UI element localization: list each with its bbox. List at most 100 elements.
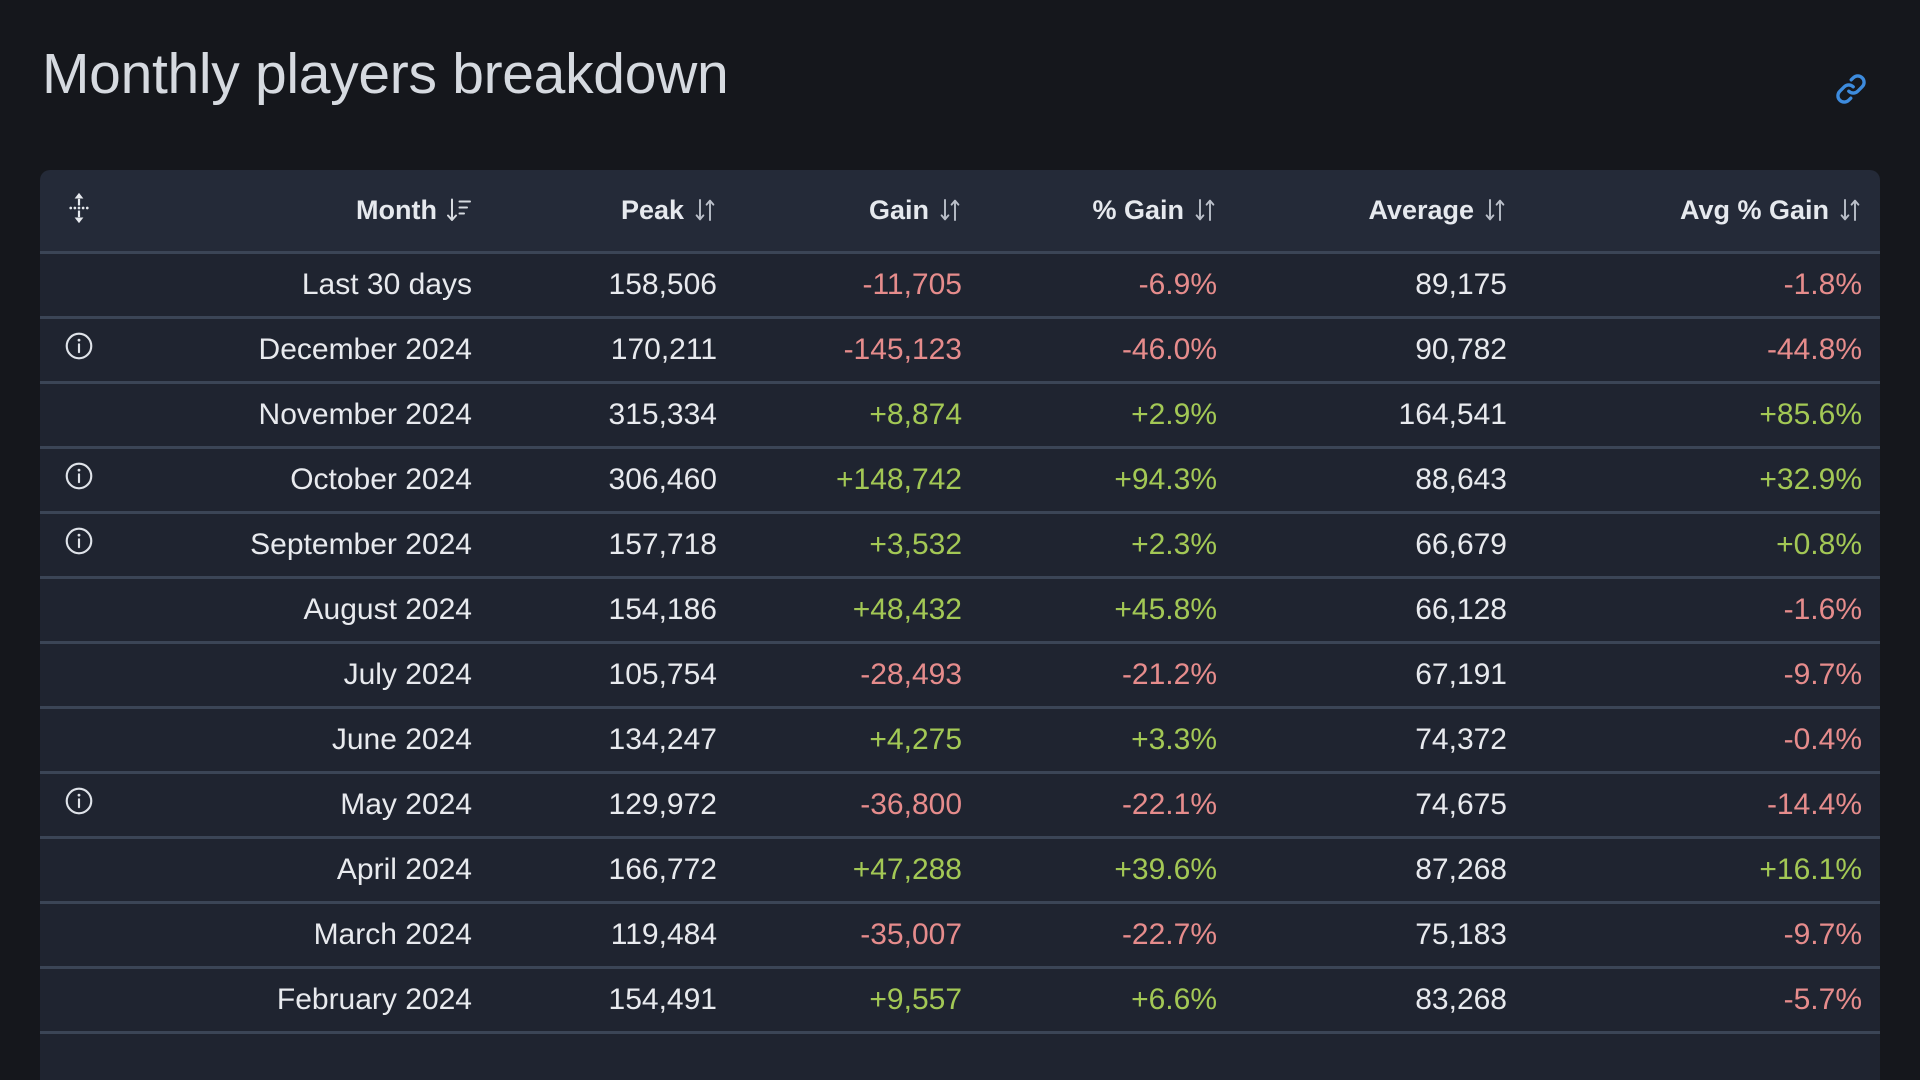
column-header-month-label: Month — [356, 194, 437, 225]
row-avg-percent-gain-cell: -9.7% — [1783, 917, 1862, 951]
row-average-cell: 74,675 — [1415, 787, 1507, 821]
row-average-cell: 75,183 — [1415, 917, 1507, 951]
row-percent-gain-cell: -22.1% — [1121, 787, 1217, 821]
column-header-avg-percent-gain[interactable]: Avg % Gain — [1525, 170, 1880, 252]
row-month-cell: November 2024 — [258, 397, 472, 431]
row-avg-percent-gain-cell: -9.7% — [1783, 657, 1862, 691]
table-row[interactable]: September 2024 157,718 +3,532 +2.3% 66,679 +0… — [40, 512, 1880, 577]
column-reorder-header[interactable] — [40, 170, 150, 252]
column-header-peak-label: Peak — [620, 194, 684, 225]
info-icon[interactable] — [62, 524, 96, 558]
table-row[interactable]: March 2024 119,484 -35,007 -22.7% 75,183 -9.7… — [40, 902, 1880, 967]
row-peak-cell: 154,186 — [608, 592, 717, 626]
table-row[interactable]: December 2024 170,211 -145,123 -46.0% 90,782… — [40, 317, 1880, 382]
row-average-cell: 83,268 — [1415, 982, 1507, 1016]
monthly-players-breakdown-page: Monthly players breakdown Month Peak Gai… — [0, 0, 1920, 1080]
row-average-cell: 74,372 — [1415, 722, 1507, 756]
row-info-cell — [40, 577, 150, 642]
row-avg-percent-gain-cell: +32.9% — [1759, 462, 1862, 496]
column-header-average[interactable]: Average — [1235, 170, 1525, 252]
page-header: Monthly players breakdown — [0, 0, 1920, 170]
table-body: Last 30 days 158,506 -11,705 -6.9% 89,175 -1.… — [40, 252, 1880, 1080]
row-percent-gain-cell: +94.3% — [1114, 462, 1217, 496]
row-avg-percent-gain-cell: -5.7% — [1783, 982, 1862, 1016]
row-peak-cell: 134,247 — [608, 722, 717, 756]
column-header-gain-label: Gain — [868, 194, 929, 225]
permalink-button[interactable] — [1828, 66, 1874, 112]
sort-both-icon[interactable] — [1193, 196, 1217, 224]
table-row[interactable]: February 2024 154,491 +9,557 +6.6% 83,268 -5.… — [40, 967, 1880, 1032]
column-header-percent-gain[interactable]: % Gain — [980, 170, 1235, 252]
table-row[interactable] — [40, 1032, 1880, 1080]
row-percent-gain-cell: +39.6% — [1114, 852, 1217, 886]
column-header-average-label: Average — [1368, 194, 1474, 225]
row-month-cell — [150, 1032, 490, 1080]
row-average-cell: 87,268 — [1415, 852, 1507, 886]
row-gain-cell: +48,432 — [852, 592, 962, 626]
row-peak-cell — [490, 1032, 735, 1080]
row-month-cell: Last 30 days — [301, 267, 472, 301]
row-gain-cell — [735, 1032, 980, 1080]
row-gain-cell: -11,705 — [862, 267, 962, 301]
link-icon — [1832, 70, 1870, 108]
table-row[interactable]: April 2024 166,772 +47,288 +39.6% 87,268 +16.… — [40, 837, 1880, 902]
row-average-cell: 67,191 — [1415, 657, 1507, 691]
table-row[interactable]: August 2024 154,186 +48,432 +45.8% 66,128 -1.… — [40, 577, 1880, 642]
row-gain-cell: +9,557 — [869, 982, 962, 1016]
table-header-row: Month Peak Gain % Gain Average Avg % Gai… — [40, 170, 1880, 252]
row-month-cell: June 2024 — [331, 722, 472, 756]
row-average-cell: 89,175 — [1415, 267, 1507, 301]
row-peak-cell: 158,506 — [608, 267, 717, 301]
row-info-cell — [40, 967, 150, 1032]
row-peak-cell: 119,484 — [610, 917, 717, 951]
column-header-peak[interactable]: Peak — [490, 170, 735, 252]
monthly-stats-table: Month Peak Gain % Gain Average Avg % Gai… — [40, 170, 1880, 1080]
stats-table-container: Month Peak Gain % Gain Average Avg % Gai… — [40, 170, 1880, 1080]
column-header-avg-percent-gain-label: Avg % Gain — [1679, 194, 1829, 225]
info-icon[interactable] — [62, 784, 96, 818]
row-avg-percent-gain-cell: +0.8% — [1776, 527, 1862, 561]
sort-both-icon[interactable] — [938, 196, 962, 224]
row-percent-gain-cell: -21.2% — [1121, 657, 1217, 691]
row-peak-cell: 129,972 — [608, 787, 717, 821]
row-average-cell — [1235, 1032, 1525, 1080]
row-percent-gain-cell: +2.9% — [1131, 397, 1217, 431]
row-month-cell: February 2024 — [276, 982, 472, 1016]
row-percent-gain-cell: -22.7% — [1121, 917, 1217, 951]
row-info-cell — [40, 642, 150, 707]
sort-both-icon[interactable] — [693, 196, 717, 224]
row-peak-cell: 157,718 — [608, 527, 717, 561]
table-row[interactable]: July 2024 105,754 -28,493 -21.2% 67,191 -9.7% — [40, 642, 1880, 707]
sort-both-icon[interactable] — [1483, 196, 1507, 224]
info-icon[interactable] — [62, 459, 96, 493]
row-percent-gain-cell: +3.3% — [1131, 722, 1217, 756]
info-icon[interactable] — [62, 329, 96, 363]
column-header-month[interactable]: Month — [150, 170, 490, 252]
row-month-cell: March 2024 — [313, 917, 472, 951]
row-peak-cell: 105,754 — [608, 657, 717, 691]
row-avg-percent-gain-cell — [1525, 1032, 1880, 1080]
row-gain-cell: +8,874 — [869, 397, 962, 431]
table-row[interactable]: Last 30 days 158,506 -11,705 -6.9% 89,175 -1.… — [40, 252, 1880, 317]
table-row[interactable]: May 2024 129,972 -36,800 -22.1% 74,675 -14.4% — [40, 772, 1880, 837]
row-gain-cell: +47,288 — [852, 852, 962, 886]
row-average-cell: 66,128 — [1415, 592, 1507, 626]
row-average-cell: 164,541 — [1398, 397, 1507, 431]
sort-both-icon[interactable] — [1838, 196, 1862, 224]
row-percent-gain-cell: +45.8% — [1114, 592, 1217, 626]
table-row[interactable]: June 2024 134,247 +4,275 +3.3% 74,372 -0.4% — [40, 707, 1880, 772]
row-percent-gain-cell — [980, 1032, 1235, 1080]
table-row[interactable]: October 2024 306,460 +148,742 +94.3% 88,643 +… — [40, 447, 1880, 512]
row-gain-cell: +3,532 — [869, 527, 962, 561]
row-info-cell — [40, 512, 150, 577]
row-gain-cell: +4,275 — [869, 722, 962, 756]
sort-desc-active-icon[interactable] — [446, 196, 472, 224]
drag-handle-icon[interactable] — [62, 188, 96, 228]
row-average-cell: 90,782 — [1415, 332, 1507, 366]
row-avg-percent-gain-cell: -0.4% — [1783, 722, 1862, 756]
table-row[interactable]: November 2024 315,334 +8,874 +2.9% 164,541 +8… — [40, 382, 1880, 447]
row-avg-percent-gain-cell: -1.6% — [1783, 592, 1862, 626]
row-info-cell — [40, 382, 150, 447]
column-header-gain[interactable]: Gain — [735, 170, 980, 252]
row-gain-cell: -28,493 — [860, 657, 962, 691]
